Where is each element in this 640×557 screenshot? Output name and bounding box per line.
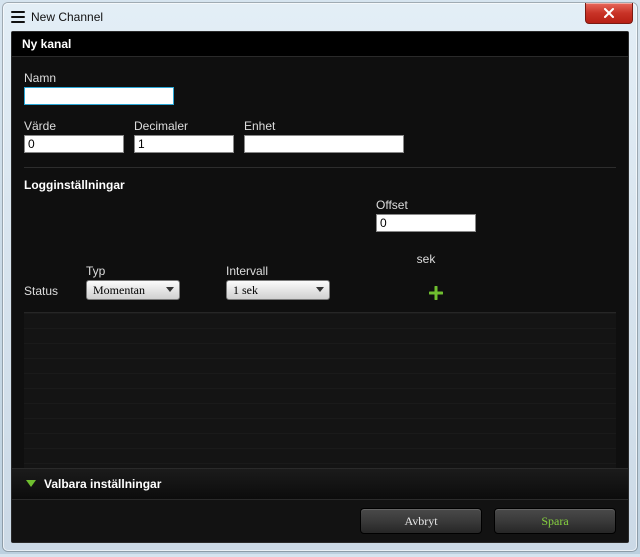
chevron-down-icon <box>316 287 324 293</box>
plus-icon <box>429 286 443 300</box>
chevron-down-icon <box>166 287 174 293</box>
offset-unit: sek <box>417 252 436 266</box>
optional-settings-toggle[interactable]: Valbara inställningar <box>12 468 628 499</box>
interval-selected: 1 sek <box>233 283 258 298</box>
value-input[interactable] <box>24 135 124 153</box>
cancel-button[interactable]: Avbryt <box>360 508 482 534</box>
app-icon <box>11 11 25 23</box>
offset-input[interactable] <box>376 214 476 232</box>
titlebar: New Channel <box>3 3 637 31</box>
name-label: Namn <box>24 71 616 85</box>
close-button[interactable] <box>585 3 633 24</box>
window-title: New Channel <box>31 10 103 24</box>
type-label: Typ <box>86 264 226 278</box>
interval-select[interactable]: 1 sek <box>226 280 330 300</box>
divider <box>24 167 616 168</box>
optional-settings-label: Valbara inställningar <box>44 477 161 491</box>
decimals-label: Decimaler <box>134 119 238 133</box>
close-icon <box>603 8 615 18</box>
interval-label: Intervall <box>226 264 376 278</box>
save-button[interactable]: Spara <box>494 508 616 534</box>
page-title: Ny kanal <box>12 32 628 57</box>
chevron-down-icon <box>26 480 36 488</box>
status-label: Status <box>24 284 86 298</box>
log-row: Status Typ Momentan Intervall 1 sek <box>24 198 616 308</box>
footer: Avbryt Spara <box>12 499 628 542</box>
window: New Channel Ny kanal Namn Värde Decimale… <box>3 3 637 551</box>
unit-input[interactable] <box>244 135 404 153</box>
name-input[interactable] <box>24 87 174 105</box>
unit-label: Enhet <box>244 119 408 133</box>
client-area: Ny kanal Namn Värde Decimaler Enhet <box>11 31 629 543</box>
log-list <box>24 312 616 468</box>
log-settings-title: Logginställningar <box>24 178 616 192</box>
offset-label: Offset <box>376 198 476 212</box>
decimals-input[interactable] <box>134 135 234 153</box>
type-selected: Momentan <box>93 283 145 298</box>
value-label: Värde <box>24 119 128 133</box>
content: Namn Värde Decimaler Enhet Logginstäl <box>12 57 628 468</box>
type-select[interactable]: Momentan <box>86 280 180 300</box>
add-log-button[interactable] <box>429 286 443 300</box>
